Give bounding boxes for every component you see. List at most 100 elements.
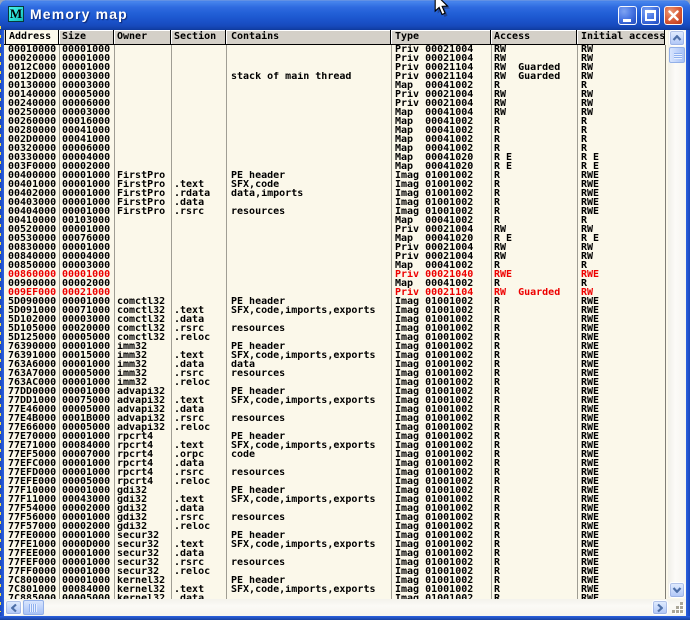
horizontal-scrollbar-thumb[interactable] [23,600,44,615]
window-border-bottom[interactable] [0,616,690,620]
maximize-button[interactable] [641,6,660,25]
memory-row-77F10000[interactable]: 77F1000000001000gdi32PE headerImag 01001… [4,486,665,495]
column-header-address[interactable]: Address [5,30,59,44]
memory-row-77FEE000[interactable]: 77FEE00000001000secur32.dataImag 0100100… [4,549,665,558]
cell-initial-access: R [581,135,665,144]
memory-row-77EFE000[interactable]: 77EFE00000005000rpcrt4.relocImag 0100100… [4,477,665,486]
memory-row-77F54000[interactable]: 77F5400000002000gdi32.dataImag 01001002R… [4,504,665,513]
memory-row-00860000[interactable]: 0086000000001000Priv 00021040RWERWE [4,270,665,279]
cell-initial-access: R [581,279,665,288]
column-header-initial-access[interactable]: Initial access [577,30,665,44]
memory-row-77E66000[interactable]: 77E6600000005000advapi32.relocImag 01001… [4,423,665,432]
memory-row-00850000[interactable]: 0085000000003000Map 00041002RR [4,261,665,270]
memory-row-76391000[interactable]: 7639100000015000imm32.textSFX,code,impor… [4,351,665,360]
memory-row-77E46000[interactable]: 77E4600000005000advapi32.dataImag 010010… [4,405,665,414]
memory-row-00402000[interactable]: 0040200000001000FirstPro.rdatadata,impor… [4,189,665,198]
cell-access: R [494,144,577,153]
memory-row-5D091000[interactable]: 5D09100000071000comctl32.textSFX,code,im… [4,306,665,315]
cell-type: Map 00041002 [395,279,491,288]
memory-row-5D125000[interactable]: 5D12500000005000comctl32.relocImag 01001… [4,333,665,342]
memory-row-763A7000[interactable]: 763A700000005000imm32.rsrcresourcesImag … [4,369,665,378]
horizontal-scrollbar-track[interactable] [4,599,686,616]
memory-row-763A6000[interactable]: 763A600000001000imm32.datadataImag 01001… [4,360,665,369]
memory-row-77F56000[interactable]: 77F5600000001000gdi32.rsrcresourcesImag … [4,513,665,522]
cell-address: 77FEF000 [8,558,59,567]
cell-initial-access: RWE [581,450,665,459]
cell-owner: FirstPro [117,198,171,207]
memory-map-icon[interactable]: M [8,6,24,22]
memory-row-77FE0000[interactable]: 77FE000000001000secur32PE headerImag 010… [4,531,665,540]
memory-row-002D0000[interactable]: 002D000000041000Map 00041002RR [4,135,665,144]
memory-row-77FEF000[interactable]: 77FEF00000001000secur32.rsrcresourcesIma… [4,558,665,567]
memory-row-00404000[interactable]: 0040400000001000FirstPro.rsrcresourcesIm… [4,207,665,216]
memory-row-00330000[interactable]: 0033000000004000Map 00041020R ER E [4,153,665,162]
cell-initial-access: R [581,261,665,270]
memory-row-77EFC000[interactable]: 77EFC00000001000rpcrt4.dataImag 01001002… [4,459,665,468]
cell-initial-access: RWE [581,207,665,216]
memory-row-77FF0000[interactable]: 77FF000000001000secur32.relocImag 010010… [4,567,665,576]
memory-row-5D090000[interactable]: 5D09000000001000comctl32PE headerImag 01… [4,297,665,306]
memory-row-009EF000[interactable]: 009EF00000021000Priv 00021104RW GuardedR… [4,288,665,297]
window-border-right[interactable] [686,30,690,620]
memory-row-77FE1000[interactable]: 77FE10000000D000secur32.textSFX,code,imp… [4,540,665,549]
memory-row-00400000[interactable]: 0040000000001000FirstProPE headerImag 01… [4,171,665,180]
memory-row-77E4B000[interactable]: 77E4B0000001B000advapi32.rsrcresourcesIm… [4,414,665,423]
vertical-scrollbar-thumb[interactable] [669,47,685,63]
memory-row-77DD0000[interactable]: 77DD000000001000advapi32PE headerImag 01… [4,387,665,396]
close-button[interactable] [664,6,683,25]
memory-row-76390000[interactable]: 7639000000001000imm32PE headerImag 01001… [4,342,665,351]
resize-grip[interactable] [670,600,685,615]
titlebar[interactable]: M Memory map [0,0,690,30]
column-header-contains[interactable]: Contains [226,30,391,44]
memory-row-00020000[interactable]: 0002000000001000Priv 00021004RWRW [4,54,665,63]
memory-row-00280000[interactable]: 0028000000041000Map 00041002RR [4,126,665,135]
column-header-size[interactable]: Size [59,30,114,44]
memory-row-5D102000[interactable]: 5D10200000003000comctl32.dataImag 010010… [4,315,665,324]
memory-row-00320000[interactable]: 0032000000006000Map 00041002RR [4,144,665,153]
memory-row-7C801000[interactable]: 7C80100000084000kernel32.textSFX,code,im… [4,585,665,594]
memory-row-00530000[interactable]: 0053000000076000Map 00041020R ER E [4,234,665,243]
memory-row-77E71000[interactable]: 77E7100000084000rpcrt4.textSFX,code,impo… [4,441,665,450]
memory-row-00140000[interactable]: 0014000000005000Priv 00021004RWRW [4,90,665,99]
memory-row-77DD1000[interactable]: 77DD100000075000advapi32.textSFX,code,im… [4,396,665,405]
memory-row-77F57000[interactable]: 77F5700000002000gdi32.relocImag 01001002… [4,522,665,531]
memory-row-00240000[interactable]: 0024000000006000Priv 00021004RWRW [4,99,665,108]
memory-row-00401000[interactable]: 0040100000001000FirstPro.textSFX,codeIma… [4,180,665,189]
cell-initial-access: RWE [581,369,665,378]
memory-row-00010000[interactable]: 0001000000001000Priv 00021004RWRW [4,45,665,54]
memory-row-00250000[interactable]: 0025000000003000Map 00041004RWRW [4,108,665,117]
column-header-access[interactable]: Access [491,30,577,44]
memory-row-00830000[interactable]: 0083000000001000Priv 00021004RWRW [4,243,665,252]
scroll-left-button[interactable] [5,600,22,615]
memory-row-00900000[interactable]: 0090000000002000Map 00041002RR [4,279,665,288]
cell-owner: imm32 [117,369,171,378]
memory-row-0012C000[interactable]: 0012C00000001000Priv 00021104RW GuardedR… [4,63,665,72]
cell-access: R [494,522,577,531]
memory-row-00130000[interactable]: 0013000000003000Map 00041002RR [4,81,665,90]
memory-row-00840000[interactable]: 0084000000004000Priv 00021004RWRW [4,252,665,261]
cell-address: 77F56000 [8,513,59,522]
memory-row-763AC000[interactable]: 763AC00000001000imm32.relocImag 01001002… [4,378,665,387]
memory-row-77EF5000[interactable]: 77EF500000007000rpcrt4.orpccodeImag 0100… [4,450,665,459]
scroll-right-button[interactable] [652,600,668,615]
memory-row-7C800000[interactable]: 7C80000000001000kernel32PE headerImag 01… [4,576,665,585]
column-header-owner[interactable]: Owner [114,30,171,44]
column-header-section[interactable]: Section [171,30,226,44]
minimize-button[interactable] [618,6,637,25]
vertical-scrollbar-track[interactable] [668,30,686,598]
cell-address: 77FEE000 [8,549,59,558]
memory-row-77E70000[interactable]: 77E7000000001000rpcrt4PE headerImag 0100… [4,432,665,441]
scroll-up-button[interactable] [669,30,685,46]
scroll-down-button[interactable] [669,582,685,598]
memory-row-5D105000[interactable]: 5D10500000020000comctl32.rsrcresourcesIm… [4,324,665,333]
memory-row-00260000[interactable]: 0026000000016000Map 00041002RR [4,117,665,126]
memory-row-00520000[interactable]: 0052000000001000Priv 00021004RWRW [4,225,665,234]
memory-row-0012D000[interactable]: 0012D00000003000stack of main threadPriv… [4,72,665,81]
column-header-type[interactable]: Type [391,30,491,44]
memory-row-00410000[interactable]: 0041000000103000Map 00041002RR [4,216,665,225]
memory-row-003F0000[interactable]: 003F000000002000Map 00041020R ER E [4,162,665,171]
cell-address: 77EFC000 [8,459,59,468]
memory-row-77EFD000[interactable]: 77EFD00000001000rpcrt4.rsrcresourcesImag… [4,468,665,477]
memory-row-00403000[interactable]: 0040300000001000FirstPro.dataImag 010010… [4,198,665,207]
memory-row-77F11000[interactable]: 77F1100000043000gdi32.textSFX,code,impor… [4,495,665,504]
